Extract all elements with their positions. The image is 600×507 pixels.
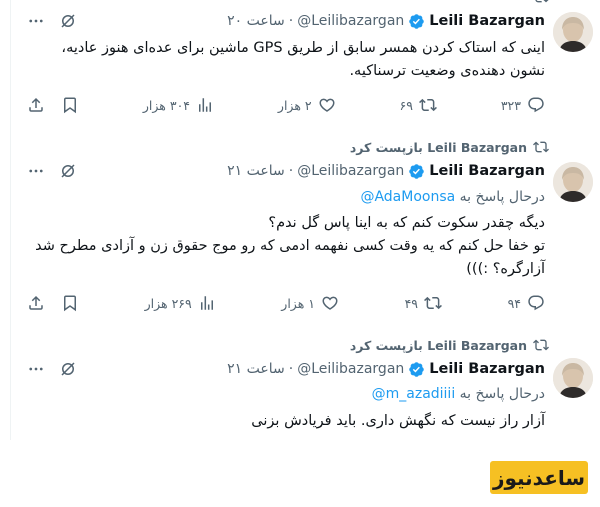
retweet-icon: [419, 98, 437, 112]
more-icon[interactable]: [27, 360, 45, 378]
retweet-count: ۶۹: [399, 97, 413, 113]
grok-icon[interactable]: [59, 162, 77, 180]
site-logo: ساعدنیوز: [490, 461, 588, 494]
retweet-indicator: Leili Bazargan بازپست کرد: [350, 138, 549, 156]
timeline-feed: Leili Bazargan @Leilibazargan · ساعت ۲۰ …: [10, 0, 600, 440]
reply-icon: [528, 97, 544, 113]
tweet-text: آزار راز نیست که نگهش داری. باید فریادش …: [251, 413, 545, 429]
retweet-indicator: Leili Bazargan بازپست کرد: [350, 336, 549, 354]
like-button[interactable]: ۲ هزار: [278, 96, 336, 114]
grok-icon[interactable]: [59, 12, 77, 30]
tweet[interactable]: Leili Bazargan بازپست کرد Leili Bazargan…: [11, 326, 600, 440]
reply-button[interactable]: ۹۴: [508, 294, 545, 312]
bookmark-icon: [64, 295, 77, 312]
like-count: ۲ هزار: [277, 97, 312, 113]
share-button[interactable]: [27, 294, 45, 312]
reply-count: ۳۲۳: [500, 97, 521, 113]
share-icon: [29, 97, 43, 112]
reply-button[interactable]: ۳۲۳: [501, 96, 545, 114]
tweet-text: اینی که استاک کردن همسر سابق از طریق GPS…: [61, 40, 545, 79]
retweet-indicator: [527, 0, 549, 6]
like-button[interactable]: ۱ هزار: [281, 294, 339, 312]
display-name[interactable]: Leili Bazargan: [429, 361, 545, 377]
verified-icon: [409, 361, 425, 377]
views-icon: [199, 98, 212, 112]
share-button[interactable]: [27, 96, 45, 114]
timestamp[interactable]: ساعت ۲۰: [227, 13, 285, 29]
replying-to: درحال پاسخ به @m_azadiiii: [27, 386, 545, 406]
reply-mention-link[interactable]: @m_azadiiii: [372, 386, 456, 402]
reply-icon: [528, 295, 544, 311]
views-button[interactable]: ۳۰۴ هزار: [143, 96, 214, 114]
views-icon: [200, 296, 213, 310]
share-icon: [29, 295, 43, 310]
retweet-button[interactable]: ۴۹: [405, 294, 442, 312]
display-name[interactable]: Leili Bazargan: [429, 13, 545, 29]
avatar[interactable]: [553, 162, 593, 202]
tweet-header: Leili Bazargan @Leilibazargan · ساعت ۲۱: [27, 358, 545, 380]
bookmark-button[interactable]: [61, 96, 79, 114]
replying-to: درحال پاسخ به @AdaMoonsa: [27, 189, 545, 209]
verified-icon: [409, 163, 425, 179]
like-count: ۱ هزار: [281, 295, 315, 311]
more-icon[interactable]: [27, 162, 45, 180]
reply-count: ۹۴: [507, 295, 521, 311]
separator-dot: ·: [288, 163, 294, 179]
verified-icon: [409, 13, 425, 29]
retweet-button[interactable]: ۶۹: [400, 96, 437, 114]
retweet-icon: [533, 141, 549, 153]
tweet-actions: ۹۴ ۴۹ ۱ هزار ۲۶۹ هزار: [27, 293, 545, 313]
views-button[interactable]: ۲۶۹ هزار: [145, 294, 216, 312]
views-count: ۳۰۴ هزار: [142, 97, 191, 113]
bookmark-icon: [64, 97, 76, 114]
timestamp[interactable]: ساعت ۲۱: [227, 163, 285, 179]
reply-mention-link[interactable]: @AdaMoonsa: [360, 189, 455, 205]
user-handle[interactable]: @Leilibazargan: [297, 361, 404, 377]
like-icon: [322, 296, 338, 310]
retweet-icon: [424, 296, 442, 310]
separator-dot: ·: [288, 13, 294, 29]
bookmark-button[interactable]: [61, 294, 79, 312]
tweet-header: Leili Bazargan @Leilibazargan · ساعت ۲۰: [27, 10, 545, 32]
replying-to-label: درحال پاسخ به: [459, 386, 545, 402]
retweet-label: Leili Bazargan بازپست کرد: [349, 139, 527, 155]
tweet-actions: ۳۲۳ ۶۹ ۲ هزار ۳۰۴ هزار: [27, 95, 545, 115]
avatar[interactable]: [553, 358, 593, 398]
replying-to-label: درحال پاسخ به: [459, 189, 545, 205]
tweet[interactable]: Leili Bazargan بازپست کرد Leili Bazargan…: [11, 130, 600, 327]
grok-icon[interactable]: [59, 360, 77, 378]
avatar[interactable]: [553, 12, 593, 52]
retweet-icon: [535, 0, 549, 3]
retweet-count: ۴۹: [404, 295, 418, 311]
tweet-header: Leili Bazargan @Leilibazargan · ساعت ۲۱: [27, 160, 545, 182]
like-icon: [319, 98, 335, 112]
display-name[interactable]: Leili Bazargan: [429, 163, 545, 179]
tweet-text: دیگه چقدر سکوت کنم که به اینا پاس گل ندم…: [35, 215, 545, 277]
views-count: ۲۶۹ هزار: [144, 295, 192, 311]
retweet-label: Leili Bazargan بازپست کرد: [349, 337, 527, 353]
timestamp[interactable]: ساعت ۲۱: [227, 361, 285, 377]
retweet-icon: [533, 339, 549, 351]
separator-dot: ·: [288, 361, 294, 377]
more-icon[interactable]: [27, 12, 45, 30]
user-handle[interactable]: @Leilibazargan: [297, 163, 404, 179]
user-handle[interactable]: @Leilibazargan: [297, 13, 404, 29]
tweet[interactable]: Leili Bazargan @Leilibazargan · ساعت ۲۰ …: [11, 0, 600, 131]
